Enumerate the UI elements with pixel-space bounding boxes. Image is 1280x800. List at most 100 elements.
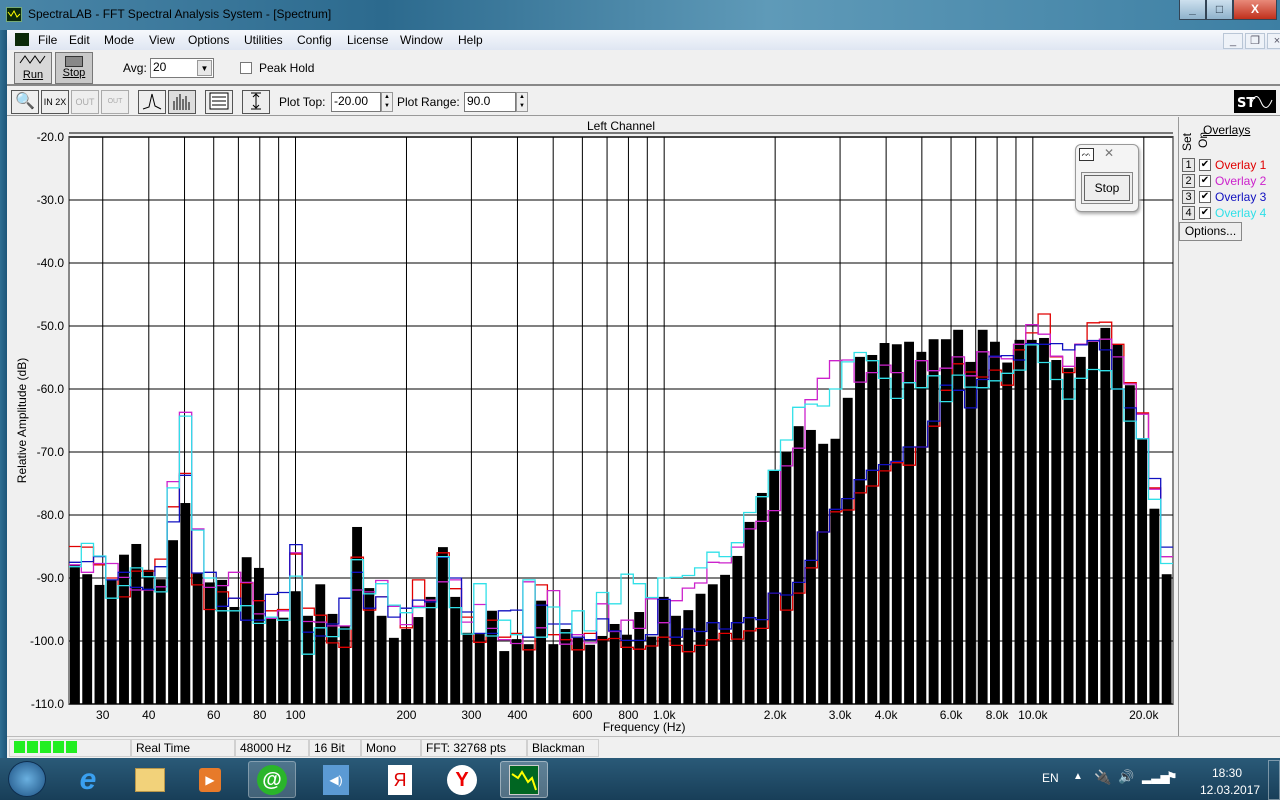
taskbar-spectralab[interactable] <box>500 761 548 798</box>
start-button[interactable] <box>8 761 46 797</box>
magnifier-icon: 🔍 <box>15 93 35 110</box>
spectrum-bar <box>622 634 632 704</box>
spectrum-bar <box>683 610 694 704</box>
title-bar: SpectraLAB - FFT Spectral Analysis Syste… <box>0 0 1280 30</box>
clock-date[interactable]: 12.03.2017 <box>1200 783 1260 797</box>
menu-file[interactable]: File <box>38 33 57 47</box>
overlays-title: Overlays <box>1203 123 1251 137</box>
spectrum-bar <box>303 615 313 704</box>
level-segment <box>53 741 64 753</box>
x-tick-label: 400 <box>507 708 527 722</box>
spectrum-bar <box>82 574 93 704</box>
spectrum-bar <box>204 582 215 704</box>
zoom-out-button[interactable]: OUT 2X <box>71 90 99 129</box>
taskbar-yandex-browser[interactable]: Y <box>438 761 486 798</box>
menu-edit[interactable]: Edit <box>69 33 90 47</box>
show-desktop-button[interactable] <box>1268 760 1280 800</box>
zoom-tool-button[interactable]: 🔍 <box>11 90 39 114</box>
menu-mode[interactable]: Mode <box>104 33 134 47</box>
menu-config[interactable]: Config <box>297 33 332 47</box>
peak-hold-checkbox[interactable] <box>240 62 252 74</box>
spectrum-bar <box>818 443 829 704</box>
power-icon[interactable]: 🔌 <box>1094 769 1111 786</box>
auto-scale-button[interactable] <box>242 90 270 114</box>
close-icon[interactable]: ✕ <box>1104 146 1114 160</box>
line-plot-button[interactable] <box>138 90 166 114</box>
taskbar-explorer[interactable] <box>126 761 174 798</box>
taskbar-mail-agent[interactable]: @ <box>248 761 296 798</box>
volume-icon[interactable]: 🔊 <box>1118 769 1134 785</box>
spectrum-bar <box>401 629 412 704</box>
x-tick-label: 200 <box>396 708 416 722</box>
run-button[interactable]: Run <box>14 52 52 84</box>
x-tick-label: 100 <box>285 708 305 722</box>
overlay-set-button[interactable]: 2 <box>1182 174 1195 188</box>
zoom-full-button[interactable]: OUT FULL <box>101 90 129 127</box>
plot-range-input[interactable]: 90.0 <box>464 92 516 112</box>
show-hidden-icons[interactable]: ▲ <box>1073 771 1083 782</box>
overlay-on-checkbox[interactable]: ✔ <box>1199 207 1211 219</box>
settings-panel-button[interactable] <box>205 90 233 114</box>
overlay-on-checkbox[interactable]: ✔ <box>1199 159 1211 171</box>
menu-help[interactable]: Help <box>458 33 483 47</box>
minimize-button[interactable]: _ <box>1179 0 1206 20</box>
spectrum-bar <box>523 644 534 704</box>
clock-time[interactable]: 18:30 <box>1212 766 1242 780</box>
overlay-set-button[interactable]: 3 <box>1182 190 1195 204</box>
y-tick-label: -100.0 <box>30 634 64 648</box>
stop-button[interactable]: Stop <box>55 52 93 84</box>
menu-utilities[interactable]: Utilities <box>244 33 283 47</box>
plot-top-spinner[interactable]: ▲ ▼ <box>381 92 393 112</box>
y-tick-label: -20.0 <box>37 130 65 144</box>
menu-view[interactable]: View <box>149 33 175 47</box>
spectrum-bar <box>707 584 718 704</box>
spectrum-bar <box>977 329 988 704</box>
plot-range-spinner[interactable]: ▲ ▼ <box>516 92 528 112</box>
language-indicator[interactable]: EN <box>1042 771 1059 785</box>
spectrum-bar <box>1051 360 1062 704</box>
overlay-on-checkbox[interactable]: ✔ <box>1199 191 1211 203</box>
bar-plot-button[interactable] <box>168 90 196 114</box>
avg-select[interactable]: 20 ▼ <box>150 58 214 78</box>
overlay-on-checkbox[interactable]: ✔ <box>1199 175 1211 187</box>
close-button[interactable]: X <box>1233 0 1277 20</box>
spectrum-bar <box>266 618 277 704</box>
taskbar-media-player[interactable]: ▶ <box>186 761 234 798</box>
taskbar-internet-explorer[interactable]: e <box>64 761 112 798</box>
overlay-options-button[interactable]: Options... <box>1179 222 1242 241</box>
x-tick-label: 8.0k <box>986 708 1010 722</box>
overlay-set-button[interactable]: 4 <box>1182 206 1195 220</box>
menu-window[interactable]: Window <box>400 33 443 47</box>
svg-text:ST: ST <box>1237 96 1255 111</box>
menu-license[interactable]: License <box>347 33 388 47</box>
chevron-down-icon[interactable]: ▼ <box>197 60 212 76</box>
mdi-close-button[interactable]: × <box>1267 33 1280 49</box>
app-icon <box>6 7 22 22</box>
taskbar-volume-app[interactable]: ◀) <box>312 761 360 798</box>
mdi-minimize-button[interactable]: _ <box>1223 33 1243 49</box>
menu-options[interactable]: Options <box>188 33 229 47</box>
spectrum-bar <box>94 584 105 704</box>
spectrum-bar <box>278 617 289 704</box>
line-plot-icon <box>142 93 162 110</box>
play-icon: ▶ <box>199 767 221 792</box>
spectrum-bar <box>413 617 424 704</box>
mdi-restore-button[interactable]: ❐ <box>1245 33 1265 49</box>
y-axis-label: Relative Amplitude (dB) <box>15 358 29 483</box>
overlay-label: Overlay 4 <box>1215 206 1267 220</box>
taskbar-yandex[interactable]: Я <box>376 761 424 798</box>
overlay-set-button[interactable]: 1 <box>1182 158 1195 172</box>
zoom-in-button[interactable]: IN 2X <box>41 90 69 114</box>
spectrum-bar <box>990 341 1000 704</box>
floating-stop-button[interactable]: Stop <box>1081 172 1133 204</box>
avg-label: Avg: <box>123 61 147 75</box>
action-center-flag-icon[interactable]: ⚑ <box>1166 769 1178 785</box>
floating-stop-label: Stop <box>1084 175 1130 201</box>
spectrum-bar <box>1149 508 1160 704</box>
plot-top-input[interactable]: -20.00 <box>331 92 381 112</box>
spectrum-bar <box>388 637 399 704</box>
spectrum-chart[interactable]: Left Channel -20.0 -30.0 -40.0 -50.0 -60.0 -70… <box>7 117 1178 736</box>
maximize-button[interactable]: □ <box>1206 0 1233 20</box>
spectrum-bar <box>548 644 559 704</box>
ie-icon: e <box>79 762 97 796</box>
